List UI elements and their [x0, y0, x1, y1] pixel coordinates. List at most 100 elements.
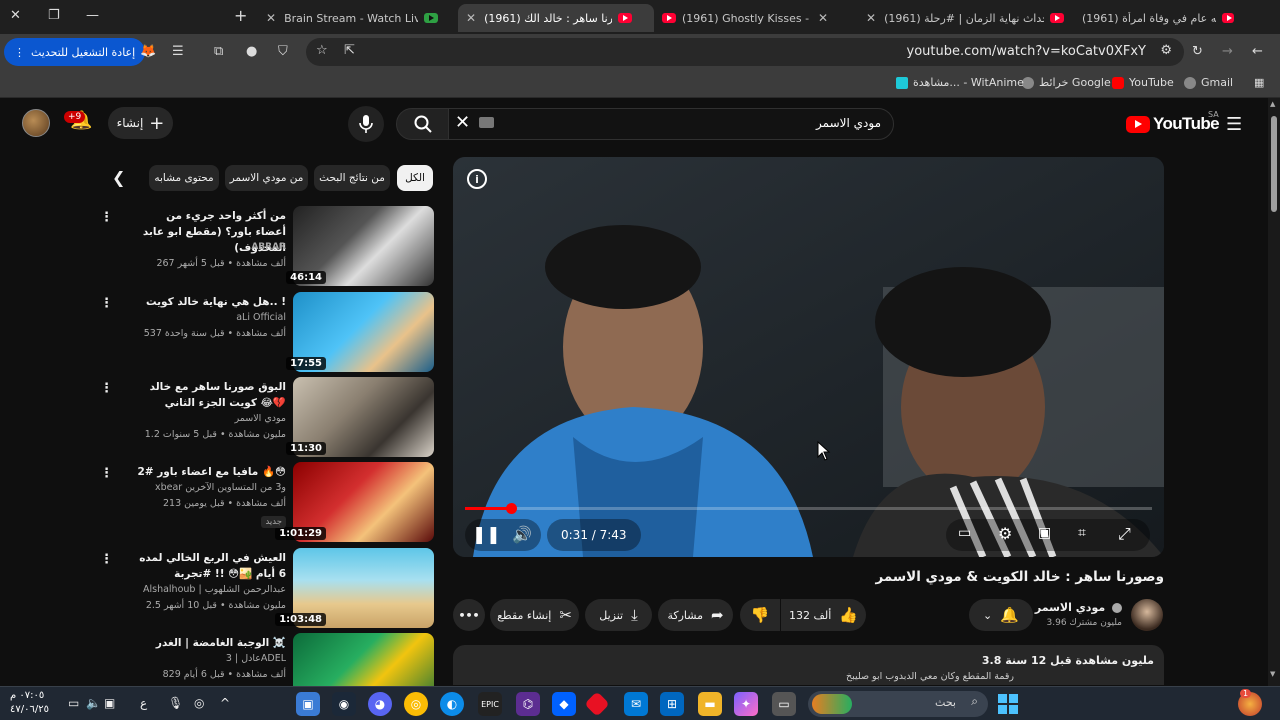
progress-scrubber[interactable] [506, 503, 518, 514]
dropbox-icon[interactable]: ◆ [552, 692, 576, 716]
back-icon[interactable]: ← [1252, 44, 1263, 59]
store-icon[interactable]: ⊞ [660, 692, 684, 716]
channel-name[interactable]: Alshalhoub | عبدالرحمن الشلهوب [143, 584, 286, 595]
page-scrollbar[interactable]: ▲ ▼ [1268, 98, 1280, 686]
channel-name[interactable]: aLi Official [236, 312, 286, 323]
epic-games-icon[interactable]: EPIC [478, 692, 502, 716]
bookmark-witanime[interactable]: مشاهدة... - WitAnime [896, 76, 1024, 89]
browser-tab[interactable]: ✕ Brain Stream - Watch Live on K [258, 4, 454, 32]
pause-icon[interactable]: ❚❚ [472, 525, 501, 545]
shield-icon[interactable]: ⛉ [278, 44, 288, 59]
share-button[interactable]: مشاركة ➦ [658, 599, 733, 631]
keyboard-icon[interactable] [479, 117, 494, 128]
clear-search-icon[interactable]: ✕ [455, 112, 470, 133]
video-title[interactable]: مافيا مع اعضاء باور #2 🔥😳 [136, 464, 286, 480]
install-app-icon[interactable]: ⇱ [344, 43, 355, 58]
list-item[interactable]: 46:14 من أكثر واحد جريء من أعضاء باور؟ (… [100, 206, 434, 290]
battery-icon[interactable]: ▭ [68, 696, 79, 710]
video-player[interactable]: i ❚❚ 🔊 0:31 / 7:43 ▭ ⚙ ▣ ⌗ ⤢ [453, 157, 1164, 557]
chip-related[interactable]: محتوى مشابه [149, 165, 219, 191]
info-icon[interactable]: i [467, 169, 487, 189]
taskbar-app-icon[interactable]: ▣ [296, 692, 320, 716]
hamburger-menu-icon[interactable]: ☰ [1226, 114, 1242, 135]
visual-studio-icon[interactable]: ⌬ [516, 692, 540, 716]
browser-tab[interactable]: (1961) يشتبه عام في وفاة امرأة [1082, 4, 1240, 32]
edge-icon[interactable]: ◐ [440, 692, 464, 716]
chevron-left-icon[interactable]: ❮ [112, 168, 125, 187]
input-language[interactable]: ع [140, 696, 147, 710]
bookmark-gmail[interactable]: Gmail [1184, 76, 1233, 89]
minimize-icon[interactable]: — [86, 8, 99, 23]
progress-bar[interactable] [465, 503, 1152, 514]
browser-tab[interactable]: (1961) Ghostly Kisses - Empty N ✕ [656, 4, 856, 32]
copilot-icon[interactable]: ✦ [734, 692, 758, 716]
system-clock[interactable]: ٠٧:٠٥ م ٤٧/٠٦/٢٥ [10, 689, 49, 717]
video-title[interactable]: هل هي نهاية خالد كويت.. ! [136, 294, 286, 310]
close-tab-icon[interactable]: ✕ [810, 11, 836, 25]
list-item[interactable]: 11:30 البوق صورنا ساهر مع خالد كويت الجز… [100, 377, 434, 461]
taskbar-search[interactable]: بحث ⌕ [808, 691, 988, 717]
scroll-down-icon[interactable]: ▼ [1270, 670, 1275, 678]
more-actions-icon[interactable]: ⋮ [100, 466, 113, 481]
speaker-icon[interactable]: 🔈 [86, 696, 101, 710]
video-thumbnail[interactable] [293, 633, 434, 686]
extensions-puzzle-icon[interactable]: ⧉ [214, 44, 223, 59]
miniplayer-icon[interactable]: ▣ [1038, 525, 1051, 541]
download-button[interactable]: تنزيل ⤓ [585, 599, 652, 631]
video-title[interactable]: البوق صورنا ساهر مع خالد كويت الجزء الثا… [136, 379, 286, 411]
fullscreen-icon[interactable]: ⤢ [1118, 524, 1131, 544]
list-item[interactable]: 1:01:29 مافيا مع اعضاء باور #2 🔥😳 xbear … [100, 462, 434, 546]
steam-icon[interactable]: ◉ [332, 692, 356, 716]
channel-name[interactable]: xbear و3 من المتساوين الآخرين [155, 482, 286, 493]
scrollbar-thumb[interactable] [1271, 116, 1277, 212]
reading-list-icon[interactable]: ☰ [172, 44, 184, 59]
subtitles-icon[interactable]: ▭ [958, 525, 971, 541]
channel-name[interactable]: ABRAR [251, 242, 286, 252]
settings-gear-icon[interactable]: ⚙ [998, 524, 1012, 543]
clip-button[interactable]: إنشاء مقطع ✂ [490, 599, 579, 631]
channel-name[interactable]: مودي الاسمر [235, 413, 286, 424]
bookmark-youtube[interactable]: YouTube [1112, 76, 1174, 89]
browser-tab[interactable]: ✕ (1961) احداث نهاية الزمان | #رحلة [858, 4, 1078, 32]
site-settings-icon[interactable]: ⚙ [1160, 43, 1172, 58]
close-tab-icon[interactable]: ✕ [858, 11, 884, 25]
network-icon[interactable]: ▣ [104, 696, 115, 710]
more-actions-icon[interactable]: ⋮ [100, 552, 113, 567]
restore-icon[interactable]: ❐ [48, 8, 60, 23]
video-title[interactable]: الوجبة الغامضة | الغدر ☠️ [136, 635, 286, 651]
chip-all[interactable]: الكل [397, 165, 433, 191]
close-tab-icon[interactable]: ✕ [258, 11, 284, 25]
youtube-logo[interactable]: YouTube SA [1126, 110, 1220, 134]
more-actions-icon[interactable]: ⋮ [100, 381, 113, 396]
microphone-tray-icon[interactable]: 🎙 [168, 696, 183, 710]
show-hidden-icons[interactable]: ^ [220, 696, 230, 710]
more-actions-icon[interactable]: ⋮ [100, 296, 113, 311]
chip-from-channel[interactable]: من مودي الاسمر [225, 165, 308, 191]
list-item[interactable]: الوجبة الغامضة | الغدر ☠️ عادل | 3ADEL 8… [110, 633, 434, 686]
scroll-up-icon[interactable]: ▲ [1270, 100, 1275, 108]
create-button[interactable]: إنشاء + [108, 107, 173, 139]
dislike-button[interactable]: 👎 [740, 599, 780, 631]
bookmark-star-icon[interactable]: ☆ [316, 43, 328, 58]
window-close-icon[interactable]: ✕ [10, 8, 21, 23]
more-actions-button[interactable]: ••• [453, 599, 485, 631]
account-avatar[interactable] [22, 109, 50, 137]
subscribed-button[interactable]: ⌄ 🔔 [969, 599, 1033, 631]
profile-extension-icon[interactable]: 🦊 [140, 44, 156, 59]
more-actions-icon[interactable]: ⋮ [110, 637, 113, 652]
search-input[interactable]: ✕ مودي الاسمر [448, 108, 894, 140]
description-box[interactable]: 3.8 مليون مشاهدة قبل 12 سنة رقمة المقطع … [453, 645, 1164, 685]
search-button[interactable] [396, 108, 450, 140]
restart-to-update-button[interactable]: ⋮ إعادة التشغيل للتحديث [4, 38, 146, 66]
tray-app-icon[interactable]: ◎ [194, 696, 204, 710]
voice-search-button[interactable] [348, 106, 384, 142]
browser-tab-active[interactable]: ✕ (1961) وصورنا ساهر : خالد الك [458, 4, 654, 32]
outlook-icon[interactable]: ✉ [624, 692, 648, 716]
video-title[interactable]: العيش في الربع الخالي لمده 6 أيام 🏜️😳 !!… [136, 550, 286, 582]
apps-grid-icon[interactable]: ▦ [1254, 76, 1264, 89]
more-actions-icon[interactable]: ⋮ [100, 210, 113, 225]
file-explorer-icon[interactable]: ▬ [698, 692, 722, 716]
channel-avatar[interactable] [1131, 599, 1163, 631]
windows-start-icon[interactable] [996, 692, 1020, 716]
forward-icon[interactable]: → [1222, 44, 1233, 59]
